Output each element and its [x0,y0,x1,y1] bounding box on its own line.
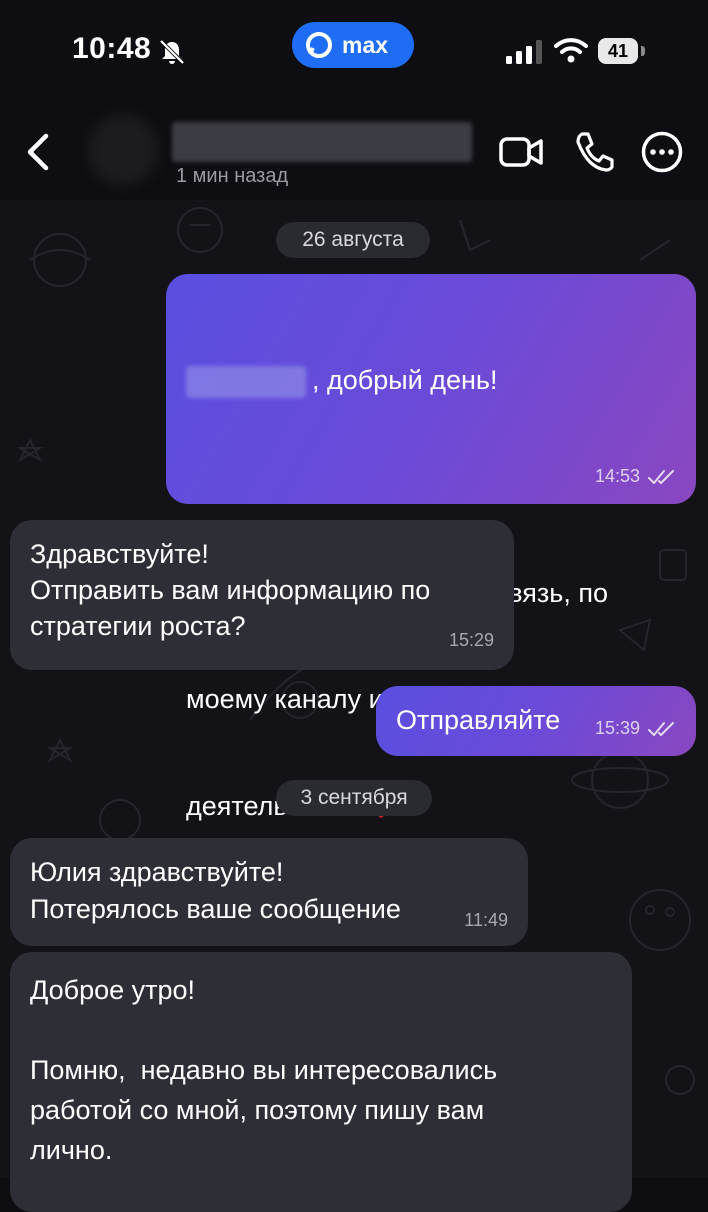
message-text: Доброе утро! Помню, недавно вы интересов… [30,975,498,1165]
video-call-icon[interactable] [498,134,544,170]
double-check-icon [648,469,674,484]
message-outgoing[interactable]: Отправляйте 15:39 [376,686,696,756]
message-incoming[interactable]: Юлия здравствуйте! Потерялось ваше сообщ… [10,838,528,946]
wifi-icon [554,38,588,63]
signal-icon [506,40,542,64]
message-text: Отправляйте [396,705,561,735]
date-separator: 26 августа [276,222,430,258]
redacted-name [186,365,306,398]
message-meta: 11:49 [464,903,508,938]
message-incoming[interactable]: Здравствуйте! Отправить вам информацию п… [10,520,514,670]
message-time: 11:49 [464,910,508,930]
message-time: 14:53 [594,466,640,486]
more-icon[interactable] [640,130,684,174]
app-indicator-pill[interactable]: max [292,22,414,68]
battery-indicator: 41 [598,38,646,64]
contact-name-redacted[interactable] [172,122,472,162]
back-icon[interactable] [18,130,58,174]
status-time: 10:48 [72,32,152,65]
max-logo-icon [306,32,332,58]
message-line [186,470,608,505]
message-incoming[interactable]: Доброе утро! Помню, недавно вы интересов… [10,952,632,1212]
battery-level: 41 [598,38,638,64]
message-text: Юлия здравствуйте! Потерялось ваше сообщ… [30,857,401,924]
message-outgoing[interactable]: , добрый день! Благодарю за обратную свя… [166,274,696,821]
message-meta: 15:29 [449,623,494,658]
message-time: 15:29 [448,630,494,650]
message-meta: 15:39 [595,711,678,746]
date-separator: 3 сентября [276,780,432,816]
avatar[interactable] [88,115,158,185]
status-bar: 10:48 max 41 [0,0,708,100]
mute-icon [159,39,185,65]
message-text: Здравствуйте! Отправить вам информацию п… [30,539,431,641]
message-meta: 14:53 [595,459,678,494]
message-time: 15:39 [594,718,640,738]
double-check-icon [648,721,674,736]
message-line: , добрый день! [186,363,608,399]
battery-tip [641,46,645,56]
app-name: max [342,31,389,58]
phone-icon[interactable] [574,130,614,172]
last-seen-status: 1 мин назад [176,165,289,187]
